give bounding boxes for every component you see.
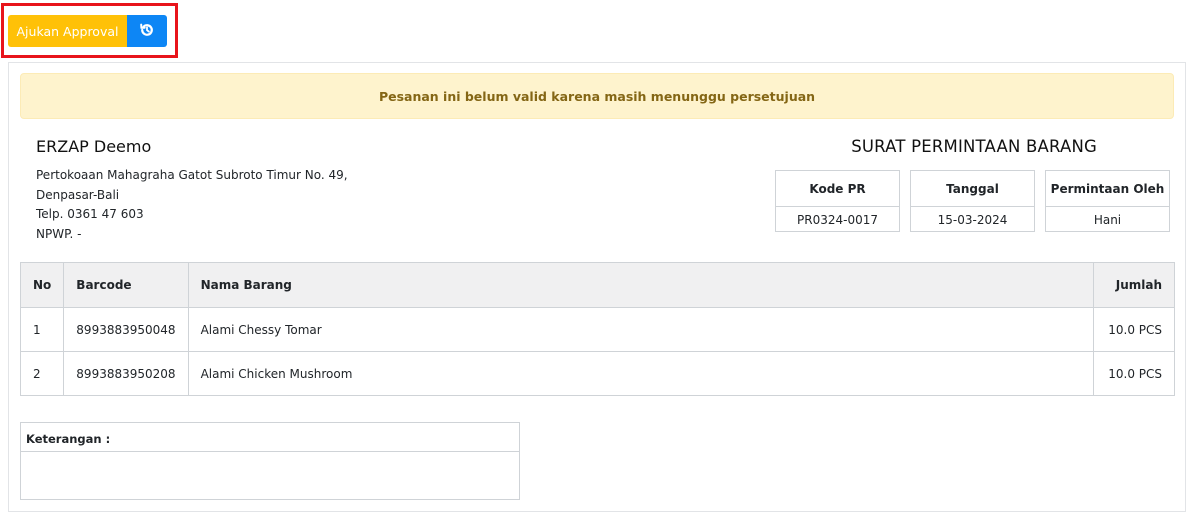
history-button[interactable]: [127, 15, 167, 47]
permintaan-oleh-box: Permintaan Oleh Hani: [1045, 170, 1170, 232]
kode-pr-value: PR0324-0017: [797, 212, 878, 227]
row-barcode: 8993883950208: [63, 351, 189, 396]
keterangan-box: Keterangan :: [20, 422, 520, 500]
row-nama-barang: Alami Chessy Tomar: [187, 307, 1095, 352]
company-address-line1: Pertokoaan Mahagraha Gatot Subroto Timur…: [36, 168, 348, 182]
permintaan-oleh-value: Hani: [1093, 212, 1122, 227]
header-no: No: [19, 262, 65, 308]
pending-approval-alert: Pesanan ini belum valid karena masih men…: [20, 73, 1174, 119]
document-card: Pesanan ini belum valid karena masih men…: [8, 62, 1186, 512]
ajukan-approval-button[interactable]: Ajukan Approval: [8, 15, 127, 47]
keterangan-label: Keterangan :: [21, 423, 519, 452]
table-row: 1 8993883950048 Alami Chessy Tomar 10.0 …: [19, 307, 1175, 352]
company-name: ERZAP Deemo: [36, 137, 152, 156]
table-row: 2 8993883950208 Alami Chicken Mushroom 1…: [19, 351, 1175, 396]
tanggal-box: Tanggal 15-03-2024: [910, 170, 1035, 232]
kode-pr-box: Kode PR PR0324-0017: [775, 170, 900, 232]
document-title: SURAT PERMINTAAN BARANG: [851, 137, 1097, 156]
header-nama-barang: Nama Barang: [187, 262, 1095, 308]
table-header-row: No Barcode Nama Barang Jumlah: [19, 262, 1175, 308]
row-barcode: 8993883950048: [63, 307, 189, 352]
keterangan-value: [21, 452, 519, 464]
alert-message: Pesanan ini belum valid karena masih men…: [378, 88, 816, 104]
company-phone: Telp. 0361 47 603: [36, 207, 144, 221]
action-button-group: Ajukan Approval: [8, 15, 167, 47]
company-npwp: NPWP. -: [36, 227, 82, 241]
tanggal-label: Tanggal: [911, 171, 1034, 207]
row-nama-barang: Alami Chicken Mushroom: [187, 351, 1095, 396]
header-jumlah: Jumlah: [1093, 262, 1175, 308]
permintaan-oleh-label: Permintaan Oleh: [1046, 171, 1169, 207]
items-table: No Barcode Nama Barang Jumlah 1 89938839…: [19, 262, 1175, 396]
header-barcode: Barcode: [63, 262, 189, 308]
row-jumlah: 10.0 PCS: [1093, 351, 1175, 396]
company-address-line2: Denpasar-Bali: [36, 188, 120, 202]
history-icon: [139, 22, 155, 41]
row-no: 2: [19, 351, 65, 396]
row-jumlah: 10.0 PCS: [1093, 307, 1175, 352]
row-no: 1: [19, 307, 65, 352]
tanggal-value: 15-03-2024: [937, 212, 1008, 227]
kode-pr-label: Kode PR: [776, 171, 899, 207]
